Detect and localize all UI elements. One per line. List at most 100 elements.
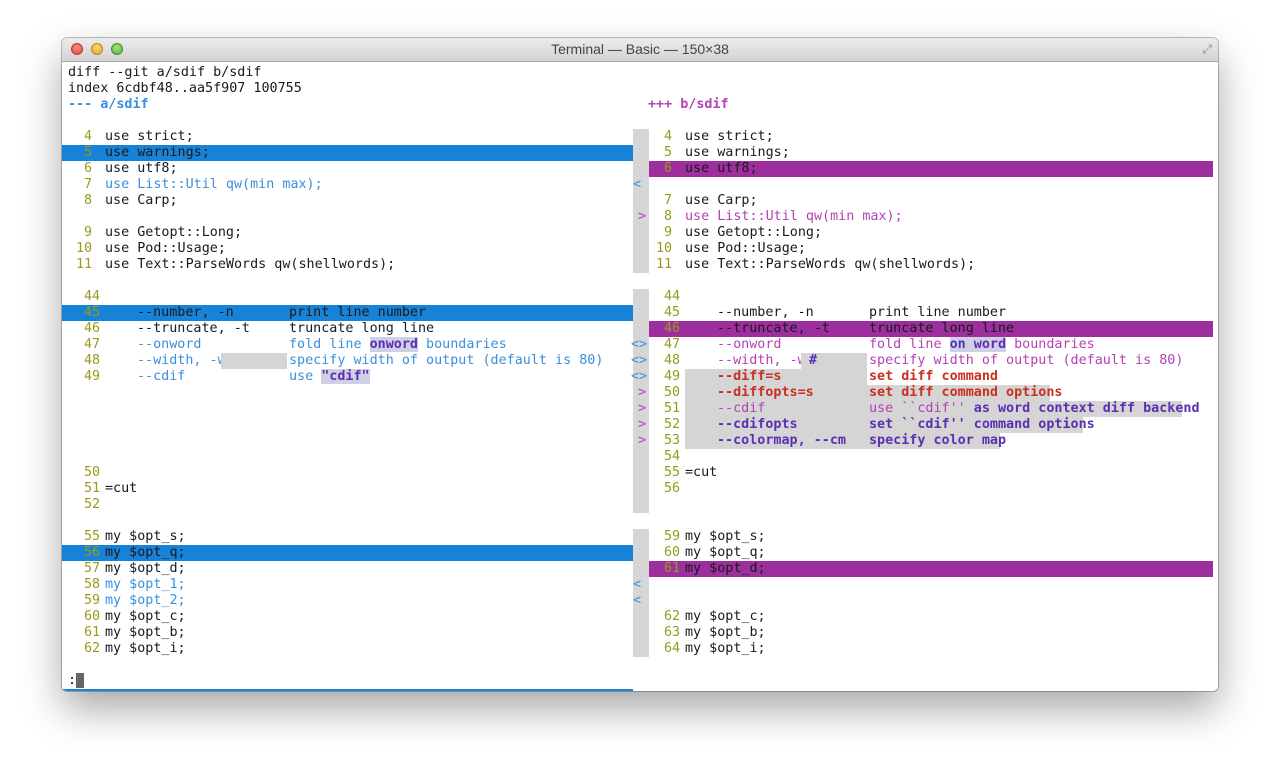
line-number: 48: [664, 353, 681, 368]
hunk-text-left: @@ -44,9 +44,13 @@ diff ... | sdif: [68, 273, 343, 288]
code-text: use utf8;: [105, 161, 178, 176]
option-desc: truncate long line: [289, 321, 435, 336]
code-text: use Carp;: [685, 193, 758, 208]
add-marker: >: [638, 433, 647, 448]
add-marker: >: [638, 209, 647, 224]
code-text: my $opt_s;: [105, 529, 186, 544]
line-number: 45: [664, 305, 681, 320]
code-text: my $opt_b;: [105, 625, 186, 640]
hunk-header: @@ -55,8 +59,6 @@ my $opt_l; @@ -55,8 +5…: [62, 513, 1218, 577]
diff-row: 4 use strict; 4 use strict;: [62, 129, 1218, 145]
diff-row: 44 44: [62, 289, 1218, 305]
diff-row-changed: 47 --onword fold line onword boundaries …: [62, 337, 1218, 353]
code-text: my $opt_1;: [105, 577, 186, 592]
line-number: 44: [664, 289, 681, 304]
desc-part: ``cdif'': [901, 401, 966, 416]
code-text: use Text::ParseWords qw(shellwords);: [685, 257, 976, 272]
pager-prompt-line[interactable]: :: [62, 673, 1218, 689]
line-number: 49: [664, 369, 681, 384]
option-desc: specify width of output (default is 80): [869, 353, 1184, 368]
option-name: --onword: [137, 337, 202, 352]
pager-prompt[interactable]: :: [68, 673, 85, 689]
code-text: use Pod::Usage;: [685, 241, 806, 256]
hunk-text-left: @@ -67,9 +69,8 @@ my $opt_cdif;: [68, 657, 318, 672]
line-number: 64: [664, 641, 681, 656]
option-name: --number, -n: [717, 305, 814, 320]
changed-word: "cdif": [321, 369, 370, 384]
desc-part: boundaries: [1006, 337, 1095, 352]
desc-part: set: [869, 417, 902, 432]
line-number: 56: [84, 545, 101, 560]
change-marker: <>: [631, 337, 648, 352]
diff-command: diff --git a/sdif b/sdif: [68, 65, 262, 80]
line-number: 4: [84, 129, 93, 144]
code-text: my $opt_d;: [685, 561, 766, 576]
text-cursor: [76, 673, 85, 688]
line-number: 53: [664, 433, 681, 448]
line-number: 11: [76, 257, 93, 272]
desc-part: fold line: [289, 337, 370, 352]
diff-row: 9 use Getopt::Long; 9 use Getopt::Long;: [62, 225, 1218, 241]
line-number: 59: [84, 593, 101, 608]
delete-marker: <: [633, 177, 642, 192]
diff-row-added: > 50 --diffopts=s set diff command optio…: [62, 385, 1218, 401]
terminal-window: Terminal — Basic — 150×38 ⤢ diff --git a…: [62, 38, 1218, 691]
option-desc: fold line on word boundaries: [869, 337, 1095, 353]
hunk-text-left: @@ -4,8 +4,8 @@ require 5.010;: [68, 113, 310, 128]
hunk-text-left: @@ -55,8 +59,6 @@ my $opt_l;: [68, 513, 294, 528]
desc-part: command options: [965, 417, 1095, 432]
terminal-content[interactable]: diff --git a/sdif b/sdif index 6cdbf48..…: [62, 62, 1218, 691]
diff-row: 5 use warnings; 5 use warnings;: [62, 145, 1218, 161]
diff-row-changed: 48 --width, -w specify width of output (…: [62, 353, 1218, 369]
changed-word: onword: [369, 337, 418, 352]
code-text: use Getopt::Long;: [105, 225, 243, 240]
line-number: 45: [84, 305, 101, 320]
diff-row: 54: [62, 449, 1218, 465]
line-number: 5: [84, 145, 93, 160]
line-number: 48: [84, 353, 101, 368]
diff-row: 10 use Pod::Usage; 10 use Pod::Usage;: [62, 241, 1218, 257]
line-number: 7: [664, 193, 673, 208]
gutter: [633, 257, 649, 273]
index-line: index 6cdbf48..aa5f907 100755: [62, 81, 1218, 97]
diff-row-added: > 8 use List::Util qw(min max);: [62, 209, 1218, 225]
add-marker: >: [638, 417, 647, 432]
line-number: 52: [84, 497, 101, 512]
code-text: use List::Util qw(min max);: [685, 209, 903, 224]
gutter: [633, 161, 649, 177]
code-text: my $opt_d;: [105, 561, 186, 576]
code-text: =cut: [105, 481, 138, 496]
hunk-text-right: @@ -44,9 +44,13 @@ diff ... | sdif: [648, 273, 923, 288]
line-number: 60: [664, 545, 681, 560]
line-number: 7: [84, 177, 93, 192]
diff-row: 55 my $opt_s; 59 my $opt_s;: [62, 529, 1218, 545]
fullscreen-icon[interactable]: ⤢: [1202, 42, 1212, 57]
option-name: --width, -w: [717, 353, 806, 368]
window-title: Terminal — Basic — 150×38: [551, 41, 729, 57]
line-number: 58: [84, 577, 101, 592]
line-number: 46: [84, 321, 101, 336]
change-marker: <>: [631, 353, 648, 368]
line-number: 5: [664, 145, 673, 160]
line-number: 59: [664, 529, 681, 544]
gutter: [633, 609, 649, 625]
hunk-text-right: @@ -67,9 +69,8 @@ my $opt_cdif;: [648, 657, 898, 672]
option-desc: print line number: [869, 305, 1007, 320]
gutter: [633, 241, 649, 257]
line-number: 10: [656, 241, 673, 256]
gutter: [633, 225, 649, 241]
delete-marker: <: [633, 593, 642, 608]
line-number: 9: [84, 225, 93, 240]
line-number: 55: [664, 465, 681, 480]
gutter: [633, 449, 649, 465]
gutter: [633, 481, 649, 497]
code-text: =cut: [685, 465, 718, 480]
title-bar: Terminal — Basic — 150×38 ⤢: [62, 38, 1218, 62]
diff-row: 11 use Text::ParseWords qw(shellwords); …: [62, 257, 1218, 273]
code-text: use Text::ParseWords qw(shellwords);: [105, 257, 396, 272]
line-number: 62: [664, 609, 681, 624]
code-text: my $opt_q;: [685, 545, 766, 560]
diff-row: 52: [62, 497, 1218, 513]
option-name: --cdif: [137, 369, 186, 384]
line-number: 51: [84, 481, 101, 496]
